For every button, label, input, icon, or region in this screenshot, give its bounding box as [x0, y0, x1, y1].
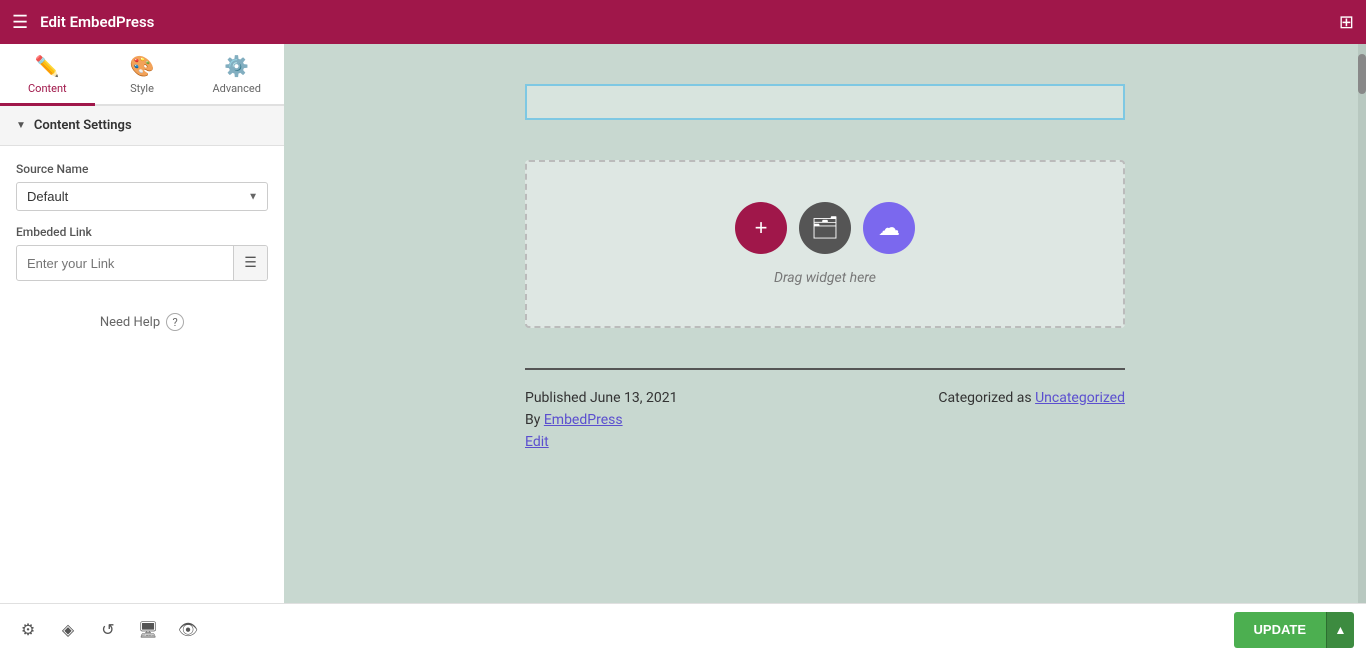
widget-drop-area: + 🗂 ☁ Drag widget here — [525, 160, 1125, 328]
source-name-select[interactable]: Default Custom — [16, 182, 268, 211]
tab-content[interactable]: ✏️ Content — [0, 44, 95, 106]
grid-icon[interactable]: ⊞ — [1339, 12, 1354, 33]
by-label: By — [525, 412, 544, 428]
need-help-label: Need Help — [100, 315, 160, 330]
tab-style[interactable]: 🎨 Style — [95, 44, 190, 106]
author-link[interactable]: EmbedPress — [544, 412, 623, 428]
canvas-scrollbar[interactable] — [1358, 44, 1366, 603]
tab-advanced[interactable]: ⚙️ Advanced — [189, 44, 284, 106]
advanced-tab-icon: ⚙️ — [224, 54, 249, 78]
categorized-label: Categorized as — [938, 390, 1031, 406]
footer-divider — [525, 368, 1125, 370]
style-tab-label: Style — [130, 82, 154, 95]
embed-link-label: Embeded Link — [16, 225, 268, 239]
embed-link-field: Embeded Link ☰ — [16, 225, 268, 281]
section-chevron-icon: ▼ — [16, 120, 26, 131]
embed-link-input[interactable] — [17, 249, 233, 278]
cloud-icon: ☁ — [878, 215, 900, 241]
canvas: + 🗂 ☁ Drag widget here Published June 13… — [284, 44, 1366, 603]
eye-icon-btn[interactable]: 👁 — [172, 614, 204, 646]
add-widget-button[interactable]: + — [735, 202, 787, 254]
footer-meta: Published June 13, 2021 By EmbedPress Ed… — [525, 390, 1125, 450]
edit-link[interactable]: Edit — [525, 434, 677, 450]
update-group: UPDATE ▲ — [1234, 612, 1354, 648]
drag-widget-text: Drag widget here — [774, 270, 876, 286]
embed-link-input-wrapper: ☰ — [16, 245, 268, 281]
page-title: Edit EmbedPress — [40, 13, 1327, 31]
advanced-tab-label: Advanced — [212, 82, 260, 95]
update-arrow-button[interactable]: ▲ — [1326, 612, 1354, 648]
published-date: Published June 13, 2021 — [525, 390, 677, 406]
help-icon[interactable]: ? — [166, 313, 184, 331]
footer-left: Published June 13, 2021 By EmbedPress Ed… — [525, 390, 677, 450]
author-line: By EmbedPress — [525, 412, 677, 428]
canvas-scrollbar-thumb[interactable] — [1358, 54, 1366, 94]
sidebar: ✏️ Content 🎨 Style ⚙️ Advanced ▼ Content… — [0, 44, 284, 603]
update-button[interactable]: UPDATE — [1234, 612, 1326, 648]
source-name-label: Source Name — [16, 162, 268, 176]
hamburger-icon[interactable]: ☰ — [12, 12, 28, 33]
embed-link-icon-btn[interactable]: ☰ — [233, 246, 267, 280]
history-icon-btn[interactable]: ↺ — [92, 614, 124, 646]
section-title: Content Settings — [34, 118, 132, 133]
source-name-field: Source Name Default Custom — [16, 162, 268, 211]
layers-icon-btn[interactable]: ◈ — [52, 614, 84, 646]
content-tab-label: Content — [28, 82, 67, 95]
content-tab-icon: ✏️ — [35, 54, 60, 78]
cloud-widget-button[interactable]: ☁ — [863, 202, 915, 254]
folder-icon: 🗂 — [811, 215, 839, 241]
section-header[interactable]: ▼ Content Settings — [0, 106, 284, 146]
canvas-footer: Published June 13, 2021 By EmbedPress Ed… — [525, 368, 1125, 450]
list-icon: ☰ — [244, 255, 257, 271]
plus-icon: + — [755, 215, 768, 241]
style-tab-icon: 🎨 — [130, 54, 155, 78]
footer-right: Categorized as Uncategorized — [938, 390, 1125, 406]
need-help-section: Need Help ? — [0, 297, 284, 347]
settings-icon-btn[interactable]: ⚙ — [12, 614, 44, 646]
sidebar-content: ▼ Content Settings Source Name Default C… — [0, 106, 284, 603]
canvas-title-input[interactable] — [525, 84, 1125, 120]
source-name-select-wrapper: Default Custom — [16, 182, 268, 211]
folder-widget-button[interactable]: 🗂 — [799, 202, 851, 254]
section-body: Source Name Default Custom Embeded Link — [0, 146, 284, 297]
widget-icons-row: + 🗂 ☁ — [735, 202, 915, 254]
category-link[interactable]: Uncategorized — [1035, 390, 1125, 406]
sidebar-tabs: ✏️ Content 🎨 Style ⚙️ Advanced — [0, 44, 284, 106]
bottom-bar: ⚙ ◈ ↺ 🖥 👁 UPDATE ▲ — [0, 603, 1366, 655]
desktop-icon-btn[interactable]: 🖥 — [132, 614, 164, 646]
top-bar: ☰ Edit EmbedPress ⊞ — [0, 0, 1366, 44]
